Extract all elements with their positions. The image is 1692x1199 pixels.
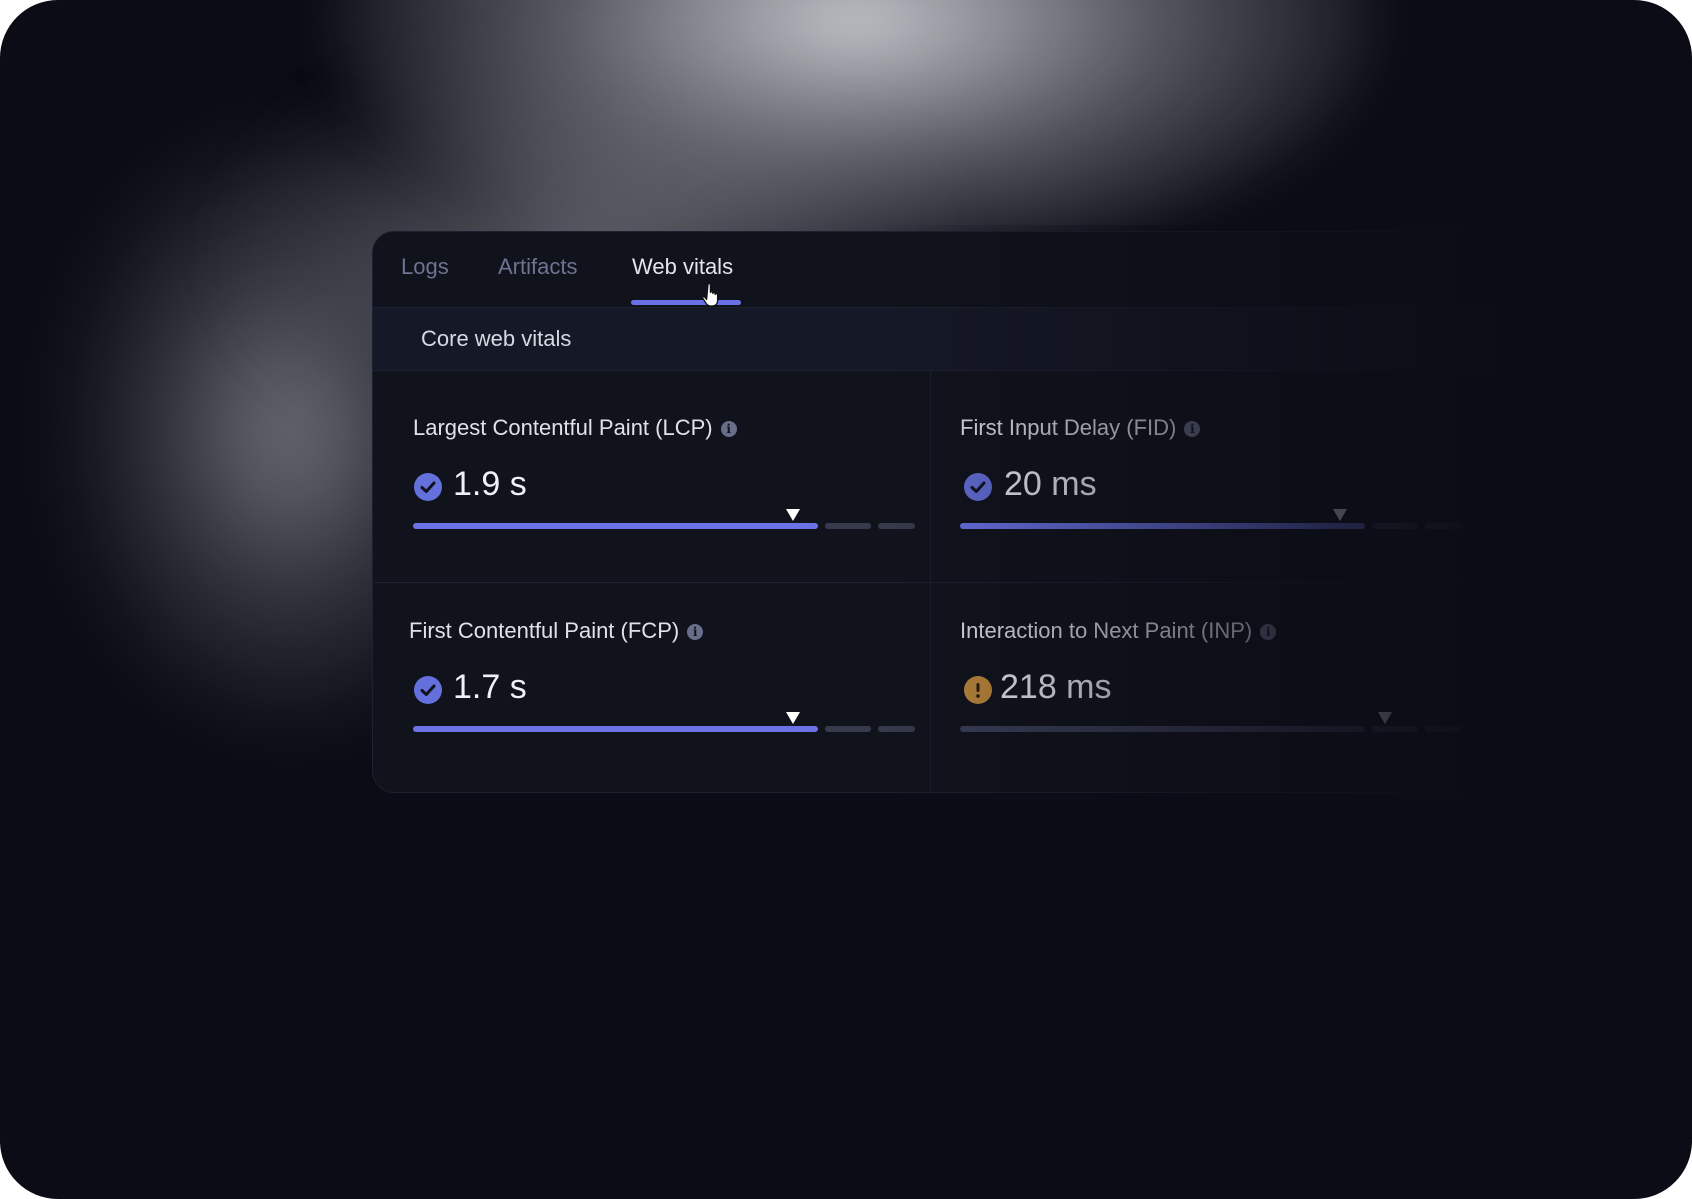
exclamation-circle-icon: [964, 676, 992, 704]
metric-scale-bar: [960, 509, 1462, 529]
tab-bar: Logs Artifacts Web vitals: [373, 232, 1692, 308]
scale-poor-segment: [878, 523, 915, 529]
value-marker: [1333, 509, 1347, 521]
check-circle-icon: [964, 473, 992, 501]
scale-good-segment: [413, 726, 818, 732]
metric-scale-bar: [960, 712, 1462, 732]
metric-card-fid: First Input Delay (FID) i 20 ms: [960, 415, 1480, 615]
hand-pointer-icon: [701, 282, 719, 307]
metric-value: 218 ms: [1000, 668, 1112, 706]
metric-title-text: Largest Contentful Paint (LCP): [413, 415, 713, 440]
app-frame: Logs Artifacts Web vitals Core web vital…: [0, 0, 1692, 1199]
scale-poor-segment: [878, 726, 915, 732]
tab-artifacts[interactable]: Artifacts: [498, 254, 577, 280]
info-icon[interactable]: i: [720, 421, 737, 437]
scale-good-segment: [960, 726, 1365, 732]
value-marker: [1378, 712, 1392, 724]
info-icon[interactable]: i: [1184, 421, 1201, 437]
tab-web-vitals[interactable]: Web vitals: [632, 254, 733, 280]
check-circle-icon: [414, 676, 442, 704]
section-header: Core web vitals: [373, 308, 1692, 371]
tab-logs[interactable]: Logs: [401, 254, 449, 280]
metric-scale-bar: [413, 509, 915, 529]
scale-poor-segment: [1425, 523, 1462, 529]
metric-title: First Input Delay (FID) i: [960, 415, 1201, 441]
scale-needs-improvement-segment: [1372, 726, 1418, 732]
scale-poor-segment: [1425, 726, 1462, 732]
background-glow-top: [330, 0, 1380, 270]
metric-title: Interaction to Next Paint (INP) i: [960, 618, 1277, 644]
metric-value: 20 ms: [1004, 465, 1097, 503]
scale-needs-improvement-segment: [825, 726, 871, 732]
metric-value: 1.7 s: [453, 668, 527, 706]
metric-title-text: First Input Delay (FID): [960, 415, 1177, 440]
metric-value: 1.9 s: [453, 465, 527, 503]
metric-title: Largest Contentful Paint (LCP) i: [413, 415, 737, 441]
metric-scale-bar: [413, 712, 915, 732]
metric-card-fcp: First Contentful Paint (FCP) i 1.7 s: [409, 618, 933, 792]
metric-title-text: First Contentful Paint (FCP): [409, 618, 680, 643]
metric-card-lcp: Largest Contentful Paint (LCP) i 1.9 s: [413, 415, 933, 615]
scale-good-segment: [413, 523, 818, 529]
value-marker: [786, 509, 800, 521]
scale-needs-improvement-segment: [1372, 523, 1418, 529]
metric-title-text: Interaction to Next Paint (INP): [960, 618, 1253, 643]
value-marker: [786, 712, 800, 724]
scale-good-segment: [960, 523, 1365, 529]
web-vitals-panel: Logs Artifacts Web vitals Core web vital…: [372, 231, 1692, 793]
info-icon[interactable]: i: [1260, 624, 1277, 640]
section-title: Core web vitals: [421, 326, 572, 351]
scale-needs-improvement-segment: [825, 523, 871, 529]
active-tab-indicator: [631, 300, 741, 305]
metric-title: First Contentful Paint (FCP) i: [409, 618, 704, 644]
info-icon[interactable]: i: [687, 624, 704, 640]
check-circle-icon: [414, 473, 442, 501]
metric-card-inp: Interaction to Next Paint (INP) i 218 ms: [960, 618, 1480, 792]
